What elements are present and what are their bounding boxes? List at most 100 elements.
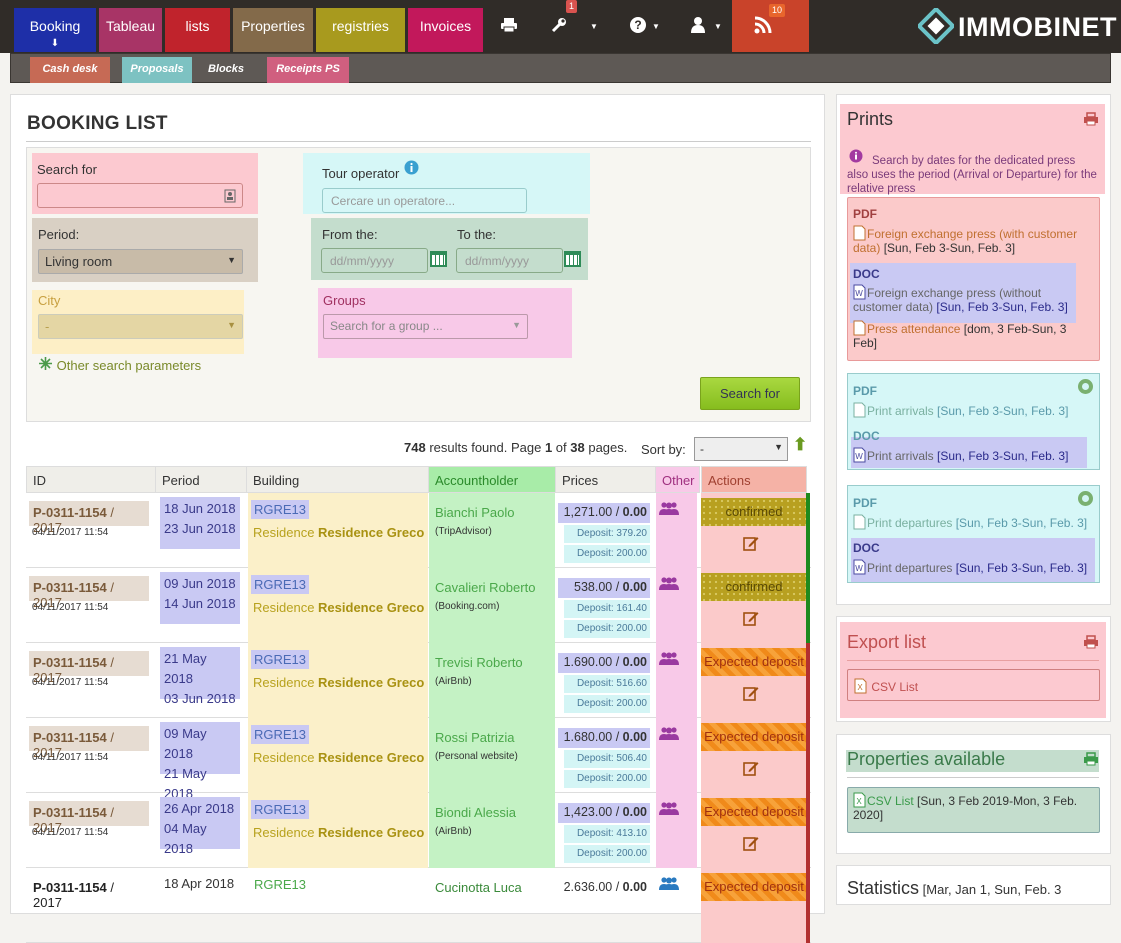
col-header-other[interactable]: Other	[655, 466, 700, 493]
col-header-accountholder[interactable]: Accountholder	[428, 466, 556, 493]
edit-icon[interactable]	[743, 535, 759, 551]
press-attendance-link[interactable]: Press attendance [dom, 3 Feb-Sun, 3 Feb]	[853, 320, 1083, 350]
tab-invoices[interactable]: Invoices	[408, 8, 483, 52]
print-arrivals-pdf-link[interactable]: Print arrivals [Sun, Feb 3-Sun, Feb. 3]	[853, 402, 1068, 418]
sort-direction-icon[interactable]: ⬆	[793, 435, 807, 455]
search-input[interactable]	[37, 183, 243, 208]
tab-registries[interactable]: registries	[316, 8, 405, 52]
properties-csv-link[interactable]: X CSV List [Sun, 3 Feb 2019-Mon, 3 Feb. 2…	[847, 787, 1100, 833]
group-icon[interactable]	[659, 576, 679, 590]
booking-id[interactable]: P-0311-1154 / 2017	[29, 876, 149, 910]
table-row[interactable]: P-0311-1154 / 2017 04/11/2017 11:54 09 M…	[26, 718, 811, 801]
accountholder-name[interactable]: Cavalieri Roberto	[435, 580, 535, 595]
col-header-prices[interactable]: Prices	[555, 466, 656, 493]
rss-button[interactable]: 10	[732, 0, 809, 52]
table-row[interactable]: P-0311-1154 / 2017 04/11/2017 11:54 21 M…	[26, 643, 811, 718]
to-date-input[interactable]: dd/mm/yyyy	[456, 248, 563, 273]
exchange-press-without-data-link[interactable]: W Foreign exchange press (without custome…	[853, 284, 1083, 314]
tab-tableau[interactable]: Tableau	[99, 8, 162, 52]
user-icon[interactable]	[690, 16, 706, 33]
col-header-actions[interactable]: Actions	[701, 466, 807, 493]
gear-icon[interactable]	[1078, 491, 1093, 506]
group-icon[interactable]	[659, 501, 679, 515]
contact-card-icon[interactable]	[224, 189, 236, 203]
print-departures-pdf-link[interactable]: Print departures [Sun, Feb 3-Sun, Feb. 3…	[853, 514, 1087, 530]
tab-lists[interactable]: lists	[165, 8, 230, 52]
col-header-id[interactable]: ID	[26, 466, 156, 493]
print-departures-doc-link[interactable]: W Print departures [Sun, Feb 3-Sun, Feb. …	[853, 559, 1087, 575]
chevron-down-icon[interactable]: ▼	[590, 22, 598, 31]
status-badge[interactable]: Expected deposit	[701, 873, 807, 901]
booking-id[interactable]: P-0311-1154 / 2017	[29, 801, 149, 835]
status-badge[interactable]: Expected deposit	[701, 648, 807, 676]
booking-id[interactable]: P-0311-1154 / 2017	[29, 576, 149, 610]
edit-icon[interactable]	[743, 835, 759, 851]
accountholder-name[interactable]: Biondi Alessia	[435, 805, 516, 820]
edit-icon[interactable]	[743, 610, 759, 626]
subtab-cash-desk[interactable]: Cash desk	[30, 57, 110, 83]
properties-available-title: Properties available	[847, 749, 1006, 769]
building-code[interactable]: RGRE13	[251, 800, 310, 819]
group-icon[interactable]	[659, 801, 679, 815]
group-icon[interactable]	[659, 651, 679, 665]
print-arrivals-doc-link[interactable]: W Print arrivals [Sun, Feb 3-Sun, Feb. 3]	[853, 447, 1068, 463]
table-row[interactable]: P-0311-1154 / 2017 04/11/2017 11:54 26 A…	[26, 793, 811, 868]
results-text: of	[552, 440, 571, 455]
building-code[interactable]: RGRE13	[251, 500, 310, 519]
edit-icon[interactable]	[743, 685, 759, 701]
edit-icon[interactable]	[743, 760, 759, 776]
building-code[interactable]: RGRE13	[251, 725, 310, 744]
accountholder-name[interactable]: Bianchi Paolo	[435, 505, 515, 520]
subtab-blocks[interactable]: Blocks	[201, 57, 251, 83]
print-icon[interactable]	[500, 17, 518, 33]
status-badge[interactable]: confirmed	[701, 573, 807, 601]
from-date-input[interactable]: dd/mm/yyyy	[321, 248, 428, 273]
export-csv-link[interactable]: X CSV List	[847, 669, 1100, 701]
help-icon[interactable]: ?	[629, 16, 647, 34]
tab-properties[interactable]: Properties	[233, 8, 313, 52]
wrench-icon[interactable]	[550, 16, 568, 34]
print-icon[interactable]	[1083, 112, 1099, 126]
status-badge[interactable]: Expected deposit	[701, 798, 807, 826]
gear-icon[interactable]	[1078, 379, 1093, 394]
info-icon[interactable]	[404, 160, 419, 175]
group-icon[interactable]	[659, 726, 679, 740]
calendar-icon[interactable]	[430, 251, 447, 267]
building-code[interactable]: RGRE13	[251, 575, 310, 594]
col-header-building[interactable]: Building	[246, 466, 429, 493]
chevron-down-icon[interactable]: ▼	[652, 22, 660, 31]
print-departures-label: Print departures	[867, 516, 953, 530]
table-row[interactable]: P-0311-1154 / 2017 04/11/2017 11:54 09 J…	[26, 568, 811, 643]
tab-booking[interactable]: Booking ⬇	[14, 8, 96, 52]
table-row[interactable]: P-0311-1154 / 2017 18 Apr 2018 RGRE13 Cu…	[26, 868, 811, 943]
accountholder-name[interactable]: Trevisi Roberto	[435, 655, 523, 670]
booking-source: (AirBnb)	[435, 826, 472, 837]
sort-select[interactable]: - ▼	[694, 437, 788, 461]
status-badge[interactable]: Expected deposit	[701, 723, 807, 751]
other-search-parameters-link[interactable]: Other search parameters	[38, 356, 201, 373]
booking-id[interactable]: P-0311-1154 / 2017	[29, 651, 149, 685]
date-range-field: From the: To the: dd/mm/yyyy dd/mm/yyyy	[311, 218, 588, 280]
id-cell: P-0311-1154 / 2017 04/11/2017 11:54	[26, 568, 155, 643]
building-code[interactable]: RGRE13	[251, 650, 310, 669]
print-icon[interactable]	[1083, 752, 1099, 766]
col-header-period[interactable]: Period	[155, 466, 247, 493]
building-code[interactable]: RGRE13	[251, 875, 309, 894]
tour-operator-input[interactable]: Cercare un operatore...	[322, 188, 527, 213]
group-icon[interactable]	[659, 876, 679, 890]
subtab-receipts-ps[interactable]: Receipts PS	[267, 57, 349, 83]
chevron-down-icon[interactable]: ▼	[714, 22, 722, 31]
print-icon[interactable]	[1083, 635, 1099, 649]
calendar-icon[interactable]	[564, 251, 581, 267]
groups-select[interactable]: Search for a group ... ▼	[323, 314, 528, 339]
status-badge[interactable]: confirmed	[701, 498, 807, 526]
period-select[interactable]: Living room ▼	[38, 249, 243, 274]
city-select[interactable]: - ▼	[38, 314, 243, 339]
table-row[interactable]: P-0311-1154 / 2017 04/11/2017 11:54 18 J…	[26, 493, 811, 568]
subtab-proposals[interactable]: Proposals	[122, 57, 192, 83]
search-button[interactable]: Search for	[700, 377, 800, 410]
booking-id[interactable]: P-0311-1154 / 2017	[29, 501, 149, 535]
accountholder-name[interactable]: Rossi Patrizia	[435, 730, 514, 745]
exchange-press-with-data-link[interactable]: Foreign exchange press (with customer da…	[853, 225, 1093, 255]
booking-id[interactable]: P-0311-1154 / 2017	[29, 726, 149, 760]
